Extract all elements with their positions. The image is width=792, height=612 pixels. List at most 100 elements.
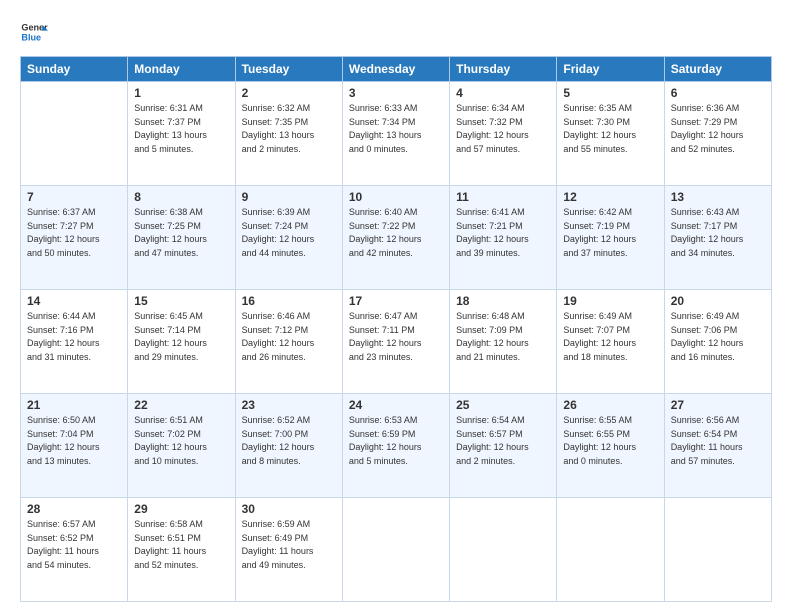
day-number: 22	[134, 398, 228, 412]
day-info-line: and 2 minutes.	[456, 455, 550, 469]
day-info-line: Daylight: 12 hours	[671, 233, 765, 247]
day-info-line: Sunrise: 6:50 AM	[27, 414, 121, 428]
day-info-line: and 54 minutes.	[27, 559, 121, 573]
day-info-line: and 23 minutes.	[349, 351, 443, 365]
day-info-line: Daylight: 11 hours	[242, 545, 336, 559]
day-info-line: Sunset: 7:29 PM	[671, 116, 765, 130]
day-info-line: and 31 minutes.	[27, 351, 121, 365]
day-info-line: Sunset: 7:07 PM	[563, 324, 657, 338]
day-info-line: Sunset: 7:16 PM	[27, 324, 121, 338]
day-info-line: and 37 minutes.	[563, 247, 657, 261]
day-info-line: and 57 minutes.	[456, 143, 550, 157]
day-info-line: and 34 minutes.	[671, 247, 765, 261]
day-info-line: Sunset: 7:37 PM	[134, 116, 228, 130]
day-info-line: Sunset: 6:59 PM	[349, 428, 443, 442]
day-info-line: Sunset: 7:12 PM	[242, 324, 336, 338]
day-info-line: Sunset: 6:52 PM	[27, 532, 121, 546]
calendar-cell	[664, 498, 771, 602]
day-info-line: and 44 minutes.	[242, 247, 336, 261]
day-info-line: and 0 minutes.	[349, 143, 443, 157]
calendar-table: SundayMondayTuesdayWednesdayThursdayFrid…	[20, 56, 772, 602]
day-info-line: Daylight: 12 hours	[456, 129, 550, 143]
day-info-line: Sunset: 7:11 PM	[349, 324, 443, 338]
day-info-line: Daylight: 12 hours	[27, 233, 121, 247]
day-info-line: Daylight: 12 hours	[563, 337, 657, 351]
day-info-line: Daylight: 12 hours	[242, 233, 336, 247]
day-info-line: Sunrise: 6:35 AM	[563, 102, 657, 116]
day-info-line: Daylight: 13 hours	[134, 129, 228, 143]
day-info-line: and 21 minutes.	[456, 351, 550, 365]
day-info-line: Daylight: 13 hours	[242, 129, 336, 143]
day-info-line: Sunrise: 6:54 AM	[456, 414, 550, 428]
day-info-line: Sunrise: 6:48 AM	[456, 310, 550, 324]
day-info-line: Sunrise: 6:33 AM	[349, 102, 443, 116]
day-info-line: and 18 minutes.	[563, 351, 657, 365]
calendar-cell: 6Sunrise: 6:36 AMSunset: 7:29 PMDaylight…	[664, 82, 771, 186]
day-info-line: Sunset: 7:22 PM	[349, 220, 443, 234]
day-info-line: Sunset: 6:55 PM	[563, 428, 657, 442]
day-info-line: and 2 minutes.	[242, 143, 336, 157]
day-info-line: Sunrise: 6:45 AM	[134, 310, 228, 324]
day-info-line: Sunrise: 6:38 AM	[134, 206, 228, 220]
calendar-cell: 3Sunrise: 6:33 AMSunset: 7:34 PMDaylight…	[342, 82, 449, 186]
day-info-line: Sunrise: 6:58 AM	[134, 518, 228, 532]
day-info-line: and 47 minutes.	[134, 247, 228, 261]
calendar-cell: 30Sunrise: 6:59 AMSunset: 6:49 PMDayligh…	[235, 498, 342, 602]
day-number: 13	[671, 190, 765, 204]
calendar-cell: 15Sunrise: 6:45 AMSunset: 7:14 PMDayligh…	[128, 290, 235, 394]
day-info-line: and 29 minutes.	[134, 351, 228, 365]
day-number: 8	[134, 190, 228, 204]
day-info-line: Sunset: 7:00 PM	[242, 428, 336, 442]
calendar-week-row: 7Sunrise: 6:37 AMSunset: 7:27 PMDaylight…	[21, 186, 772, 290]
day-info-line: Daylight: 12 hours	[134, 233, 228, 247]
calendar-cell	[342, 498, 449, 602]
day-info-line: Sunset: 6:54 PM	[671, 428, 765, 442]
day-info-line: Sunrise: 6:57 AM	[27, 518, 121, 532]
day-info-line: and 52 minutes.	[134, 559, 228, 573]
day-info-line: Sunset: 7:04 PM	[27, 428, 121, 442]
day-info-line: Sunrise: 6:47 AM	[349, 310, 443, 324]
calendar-cell: 23Sunrise: 6:52 AMSunset: 7:00 PMDayligh…	[235, 394, 342, 498]
day-info-line: and 10 minutes.	[134, 455, 228, 469]
day-info-line: Daylight: 11 hours	[134, 545, 228, 559]
calendar-cell: 19Sunrise: 6:49 AMSunset: 7:07 PMDayligh…	[557, 290, 664, 394]
day-info-line: Sunset: 7:19 PM	[563, 220, 657, 234]
day-info-line: Sunset: 7:32 PM	[456, 116, 550, 130]
day-info-line: and 5 minutes.	[349, 455, 443, 469]
day-number: 19	[563, 294, 657, 308]
day-info-line: and 50 minutes.	[27, 247, 121, 261]
day-info-line: Daylight: 13 hours	[349, 129, 443, 143]
day-number: 27	[671, 398, 765, 412]
calendar-cell: 29Sunrise: 6:58 AMSunset: 6:51 PMDayligh…	[128, 498, 235, 602]
day-info-line: Sunset: 7:34 PM	[349, 116, 443, 130]
calendar-cell: 28Sunrise: 6:57 AMSunset: 6:52 PMDayligh…	[21, 498, 128, 602]
day-number: 9	[242, 190, 336, 204]
day-info-line: Sunrise: 6:46 AM	[242, 310, 336, 324]
day-info-line: Daylight: 12 hours	[349, 233, 443, 247]
day-info-line: Sunset: 7:24 PM	[242, 220, 336, 234]
calendar-week-row: 21Sunrise: 6:50 AMSunset: 7:04 PMDayligh…	[21, 394, 772, 498]
calendar-cell: 4Sunrise: 6:34 AMSunset: 7:32 PMDaylight…	[450, 82, 557, 186]
day-info-line: Sunset: 6:51 PM	[134, 532, 228, 546]
weekday-header-tuesday: Tuesday	[235, 57, 342, 82]
calendar-header-row: SundayMondayTuesdayWednesdayThursdayFrid…	[21, 57, 772, 82]
day-number: 14	[27, 294, 121, 308]
calendar-cell: 25Sunrise: 6:54 AMSunset: 6:57 PMDayligh…	[450, 394, 557, 498]
calendar-cell: 27Sunrise: 6:56 AMSunset: 6:54 PMDayligh…	[664, 394, 771, 498]
calendar-cell: 18Sunrise: 6:48 AMSunset: 7:09 PMDayligh…	[450, 290, 557, 394]
day-info-line: and 13 minutes.	[27, 455, 121, 469]
day-info-line: Daylight: 12 hours	[563, 233, 657, 247]
day-info-line: and 52 minutes.	[671, 143, 765, 157]
calendar-cell: 24Sunrise: 6:53 AMSunset: 6:59 PMDayligh…	[342, 394, 449, 498]
day-info-line: and 55 minutes.	[563, 143, 657, 157]
calendar-cell: 22Sunrise: 6:51 AMSunset: 7:02 PMDayligh…	[128, 394, 235, 498]
calendar-cell: 11Sunrise: 6:41 AMSunset: 7:21 PMDayligh…	[450, 186, 557, 290]
calendar-cell: 8Sunrise: 6:38 AMSunset: 7:25 PMDaylight…	[128, 186, 235, 290]
day-info-line: Daylight: 12 hours	[456, 233, 550, 247]
day-number: 20	[671, 294, 765, 308]
calendar-cell: 9Sunrise: 6:39 AMSunset: 7:24 PMDaylight…	[235, 186, 342, 290]
day-info-line: Sunrise: 6:41 AM	[456, 206, 550, 220]
day-info-line: Daylight: 12 hours	[134, 337, 228, 351]
calendar-cell: 5Sunrise: 6:35 AMSunset: 7:30 PMDaylight…	[557, 82, 664, 186]
day-info-line: Sunrise: 6:56 AM	[671, 414, 765, 428]
